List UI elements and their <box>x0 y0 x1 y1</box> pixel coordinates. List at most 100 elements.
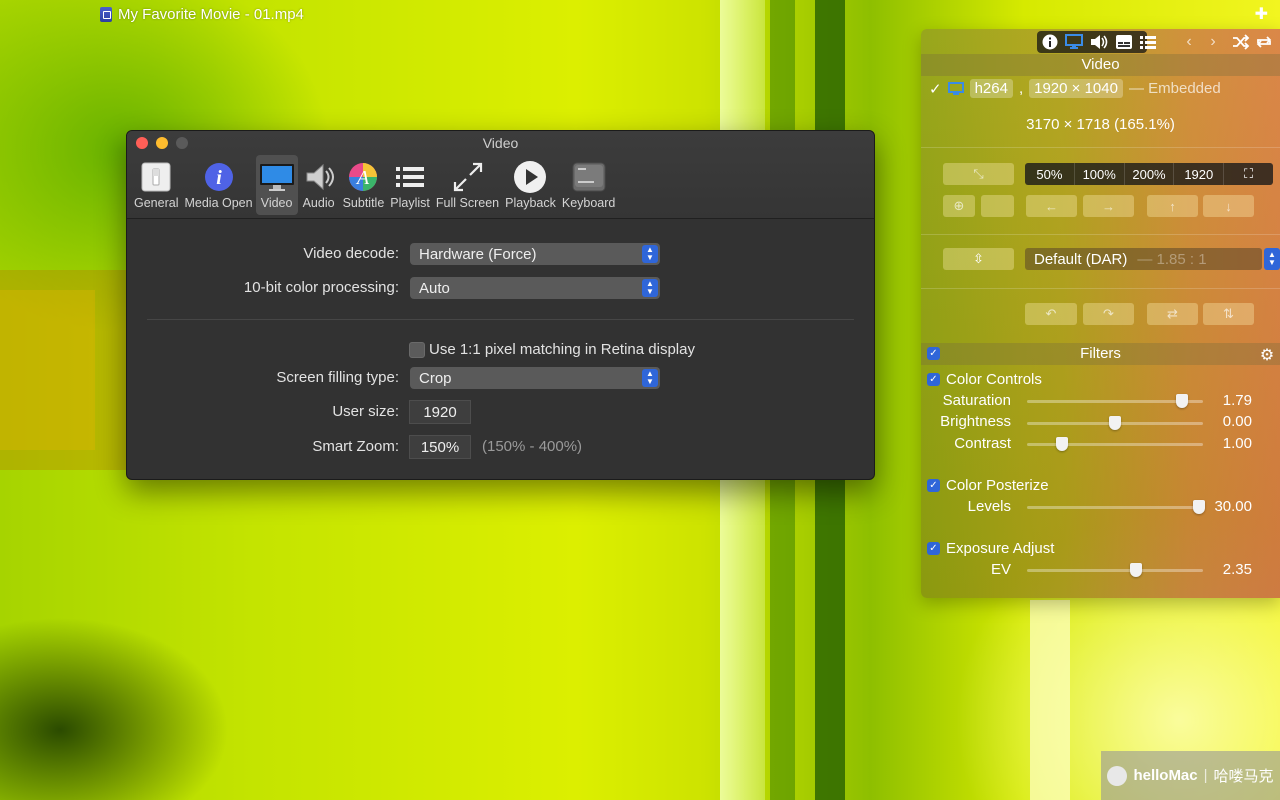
contrast-slider[interactable] <box>1027 437 1203 451</box>
subtitle-tab-icon[interactable] <box>1114 32 1134 52</box>
svg-text:A: A <box>355 167 370 189</box>
scale-1920-button[interactable]: 1920 <box>1174 163 1225 185</box>
video-frame-detail <box>1030 600 1070 800</box>
scale-100-button[interactable]: 100% <box>1075 163 1125 185</box>
flip-vertical-icon[interactable]: ⇅ <box>1203 303 1254 325</box>
svg-text:i: i <box>216 167 222 189</box>
video-track-row[interactable]: ✓ h264 , 1920 × 1040 — Embedded <box>929 79 1221 98</box>
tab-playlist[interactable]: Playlist <box>387 155 433 215</box>
playlist-tab-list-icon[interactable] <box>1138 32 1158 52</box>
tab-playback[interactable]: Playback <box>502 155 559 215</box>
screen-fill-label: Screen filling type: <box>276 369 399 386</box>
divider <box>147 319 854 320</box>
video-tab-monitor-icon[interactable] <box>1064 32 1084 52</box>
move-right-arrow-icon[interactable]: → <box>1083 195 1134 217</box>
levels-value: 30.00 <box>1214 498 1252 515</box>
chevron-left-icon[interactable]: ‹ <box>1179 32 1199 52</box>
codec-badge: h264 <box>969 79 1013 98</box>
shuffle-icon[interactable] <box>1231 32 1251 52</box>
gear-icon[interactable]: ⚙ <box>1257 345 1277 365</box>
user-size-input[interactable]: 1920 <box>409 400 471 424</box>
video-frame-detail <box>0 290 95 450</box>
shrink-button[interactable]: ⤡ <box>943 163 1014 185</box>
zoom-in-icon[interactable]: ⊕ <box>943 195 975 217</box>
video-settings-pane: Video decode: Hardware (Force) ▲ ▼ 10-bit… <box>127 219 874 479</box>
tab-label: Video <box>260 196 293 210</box>
video-decode-select[interactable]: Hardware (Force) ▲ ▼ <box>410 243 660 265</box>
screen-fill-value: Crop <box>419 369 452 387</box>
tab-keyboard[interactable]: Keyboard <box>559 155 619 215</box>
slider-knob[interactable] <box>1175 394 1188 408</box>
brightness-label: Brightness <box>940 413 1011 430</box>
scale-200-button[interactable]: 200% <box>1125 163 1175 185</box>
contrast-value: 1.00 <box>1222 435 1252 452</box>
scale-segmented-control: 50% 100% 200% 1920 ⛶ <box>1025 163 1273 185</box>
pixel-matching-checkbox[interactable] <box>409 342 425 358</box>
pixel-matching-label: Use 1:1 pixel matching in Retina display <box>429 341 695 358</box>
rotate-right-icon[interactable]: ↷ <box>1083 303 1134 325</box>
exposure-adjust-checkbox[interactable]: ✓ <box>927 542 940 555</box>
tab-label: General <box>134 196 179 210</box>
brightness-slider[interactable] <box>1027 416 1203 430</box>
video-decode-label: Video decode: <box>303 245 399 262</box>
repeat-icon[interactable] <box>1254 32 1274 52</box>
keyboard-icon <box>571 159 607 195</box>
audio-tab-speaker-icon[interactable] <box>1089 32 1109 52</box>
window-title: Video <box>482 135 519 151</box>
saturation-value: 1.79 <box>1222 392 1252 409</box>
pin-icon[interactable]: ✚ <box>1255 4 1268 24</box>
slider-knob[interactable] <box>1109 416 1121 430</box>
divider <box>921 147 1280 148</box>
tab-media-open[interactable]: i Media Open <box>181 155 255 215</box>
tab-label: Media Open <box>184 196 253 210</box>
watermark-brand: helloMac <box>1133 767 1198 784</box>
tab-subtitle[interactable]: A Subtitle <box>340 155 388 215</box>
slider-knob[interactable] <box>1056 437 1069 451</box>
filters-title: Filters <box>1080 345 1121 362</box>
video-decode-value: Hardware (Force) <box>419 245 537 263</box>
movie-title: My Favorite Movie - 01.mp4 <box>118 5 304 23</box>
smart-zoom-label: Smart Zoom: <box>312 438 399 455</box>
aspect-ratio-select[interactable]: Default (DAR) — 1.85 : 1 ▲ ▼ <box>1025 248 1280 270</box>
fullscreen-icon <box>450 159 486 195</box>
chevron-right-icon[interactable]: › <box>1203 32 1223 52</box>
preferences-toolbar: General i Media Open Video Audio A Subti… <box>131 155 618 215</box>
ev-slider[interactable] <box>1027 563 1203 577</box>
tab-label: Playback <box>505 196 556 210</box>
aspect-ratio-icon[interactable]: ⇳ <box>943 248 1014 270</box>
dimensions-badge: 1920 × 1040 <box>1029 79 1123 98</box>
color-posterize-checkbox[interactable]: ✓ <box>927 479 940 492</box>
move-up-arrow-icon[interactable]: ↑ <box>1147 195 1198 217</box>
tab-full-screen[interactable]: Full Screen <box>433 155 502 215</box>
list-icon <box>392 159 428 195</box>
chevron-updown-icon: ▲ ▼ <box>642 369 658 387</box>
panel-tab-bar: ‹ › <box>921 29 1280 55</box>
scale-50-button[interactable]: 50% <box>1025 163 1075 185</box>
smart-zoom-input[interactable]: 150% <box>409 435 471 459</box>
fit-screen-icon[interactable]: ⛶ <box>1224 163 1273 185</box>
move-down-arrow-icon[interactable]: ↓ <box>1203 195 1254 217</box>
tab-audio[interactable]: Audio <box>298 155 340 215</box>
brightness-value: 0.00 <box>1222 413 1252 430</box>
flip-horizontal-icon[interactable]: ⇄ <box>1147 303 1198 325</box>
zoom-out-button[interactable] <box>981 195 1014 217</box>
quick-settings-panel: ‹ › Video ✓ h264 , 1920 × 1040 — Embedde… <box>921 29 1280 598</box>
info-icon[interactable] <box>1040 32 1060 52</box>
tab-label: Playlist <box>390 196 430 210</box>
tab-video[interactable]: Video <box>255 155 298 215</box>
color-posterize-title: Color Posterize <box>946 477 1049 494</box>
tab-label: Keyboard <box>561 196 616 210</box>
slider-knob[interactable] <box>1130 563 1143 577</box>
saturation-slider[interactable] <box>1027 394 1203 408</box>
color-processing-label: 10-bit color processing: <box>243 279 399 296</box>
tab-general[interactable]: General <box>131 155 181 215</box>
rotate-left-icon[interactable]: ↶ <box>1025 303 1077 325</box>
color-processing-select[interactable]: Auto ▲ ▼ <box>410 277 660 299</box>
color-controls-checkbox[interactable]: ✓ <box>927 373 940 386</box>
monitor-icon <box>259 159 295 195</box>
ev-value: 2.35 <box>1222 561 1252 578</box>
smart-zoom-hint: (150% - 400%) <box>482 438 583 455</box>
move-left-button[interactable]: ← <box>1026 195 1077 217</box>
levels-slider[interactable] <box>1027 500 1206 514</box>
screen-fill-select[interactable]: Crop ▲ ▼ <box>410 367 660 389</box>
